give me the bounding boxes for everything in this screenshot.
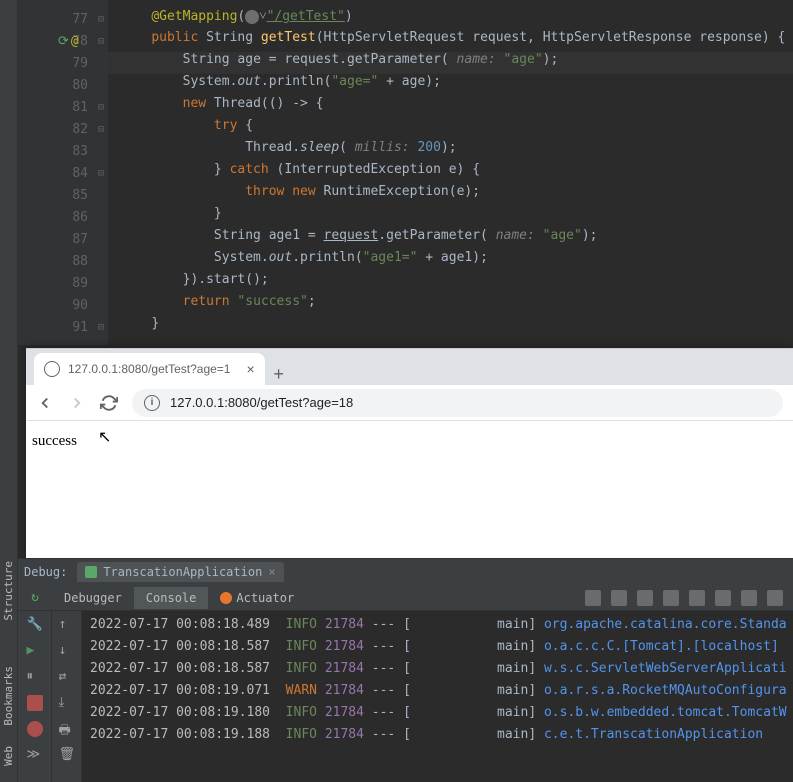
line-number: 83 xyxy=(63,144,88,159)
close-icon[interactable]: × xyxy=(268,565,275,579)
log-line: 2022-07-17 00:08:18.489 INFO 21784 --- [… xyxy=(90,617,785,639)
browser-toolbar: i 127.0.0.1:8080/getTest?age=18 xyxy=(26,385,793,421)
wrap-icon[interactable]: ⇄ xyxy=(59,669,75,685)
fold-icon[interactable]: ⊟ xyxy=(98,322,104,333)
toolbar-icon[interactable] xyxy=(585,590,601,606)
toolbar-icon[interactable] xyxy=(715,590,731,606)
fold-icon[interactable]: ⊟ xyxy=(98,36,104,47)
globe-icon xyxy=(44,361,60,377)
line-number: 90 xyxy=(63,298,88,313)
more-icon[interactable]: ≫ xyxy=(27,747,43,763)
scroll-icon[interactable]: ⤓ xyxy=(59,695,75,711)
debug-panel: Debug: TranscationApplication × ↻ Debugg… xyxy=(18,558,793,782)
print-icon[interactable]: 🖶 xyxy=(59,721,75,737)
down-icon[interactable]: ↓ xyxy=(59,643,75,659)
info-icon[interactable]: i xyxy=(144,395,160,411)
browser-tab[interactable]: 127.0.0.1:8080/getTest?age=1 × xyxy=(34,353,265,385)
debug-label: Debug: xyxy=(24,565,67,579)
response-text: success xyxy=(32,433,77,449)
debug-header: Debug: TranscationApplication × xyxy=(18,559,793,585)
trash-icon[interactable]: 🗑 xyxy=(59,747,75,763)
url-text: 127.0.0.1:8080/getTest?age=18 xyxy=(170,395,353,410)
sidebar-web[interactable]: Web xyxy=(0,740,17,772)
debug-side-toolbar: 🔧 ▶ ⏸ ≫ xyxy=(18,611,52,782)
fold-icon[interactable]: ⊟ xyxy=(98,124,104,135)
up-icon[interactable]: ↑ xyxy=(59,617,75,633)
breakpoints-icon[interactable] xyxy=(27,721,43,737)
log-line: 2022-07-17 00:08:18.587 INFO 21784 --- [… xyxy=(90,661,785,683)
sidebar-bookmarks[interactable]: Bookmarks xyxy=(0,660,17,732)
console-side-toolbar: ↑ ↓ ⇄ ⤓ 🖶 🗑 xyxy=(52,611,82,782)
line-number: 91 xyxy=(63,320,88,335)
page-body: success xyxy=(26,421,793,462)
run-config-name: TranscationApplication xyxy=(103,565,262,579)
reload-button[interactable] xyxy=(100,394,118,412)
browser-tab-strip: 127.0.0.1:8080/getTest?age=1 × + xyxy=(26,349,793,385)
log-line: 2022-07-17 00:08:19.188 INFO 21784 --- [… xyxy=(90,727,785,749)
line-number: 77 xyxy=(63,12,88,27)
code-editor[interactable]: 77⊟ ⟳@78⊟ 79 80 81⊟ 82⊟ 83 84⊟ 85 86 87 … xyxy=(18,0,793,345)
run-config-tab[interactable]: TranscationApplication × xyxy=(77,562,283,582)
tab-console[interactable]: Console xyxy=(134,587,209,609)
tab-title: 127.0.0.1:8080/getTest?age=1 xyxy=(68,362,230,376)
console-output[interactable]: 2022-07-17 00:08:18.489 INFO 21784 --- [… xyxy=(82,611,793,782)
tab-actuator[interactable]: Actuator xyxy=(208,587,306,609)
line-number: 87 xyxy=(63,232,88,247)
code-content[interactable]: @GetMapping(˅"/getTest") public String g… xyxy=(108,0,793,345)
back-button[interactable] xyxy=(36,394,54,412)
line-number: 89 xyxy=(63,276,88,291)
debug-toolbar xyxy=(585,590,793,606)
line-number: 84 xyxy=(63,166,88,181)
line-number: 80 xyxy=(63,78,88,93)
line-number: 82 xyxy=(63,122,88,137)
address-bar[interactable]: i 127.0.0.1:8080/getTest?age=18 xyxy=(132,389,783,417)
sidebar-structure[interactable]: Structure xyxy=(0,555,17,627)
resume-icon[interactable]: ▶ xyxy=(27,643,43,659)
toolbar-icon[interactable] xyxy=(611,590,627,606)
stop-icon[interactable] xyxy=(27,695,43,711)
fold-icon[interactable]: ⊟ xyxy=(98,14,104,25)
line-number: 81 xyxy=(63,100,88,115)
gutter-marker-icon[interactable]: ⟳@ xyxy=(58,34,79,49)
toolbar-icon[interactable] xyxy=(637,590,653,606)
gear-icon[interactable] xyxy=(245,10,259,24)
fold-icon[interactable]: ⊟ xyxy=(98,102,104,113)
tab-debugger[interactable]: Debugger xyxy=(52,587,134,609)
browser-window: 127.0.0.1:8080/getTest?age=1 × + i 127.0… xyxy=(26,348,793,558)
toolbar-icon[interactable] xyxy=(767,590,783,606)
close-tab-icon[interactable]: × xyxy=(246,361,254,377)
line-number: 85 xyxy=(63,188,88,203)
toolbar-icon[interactable] xyxy=(689,590,705,606)
run-config-icon xyxy=(85,566,97,578)
log-line: 2022-07-17 00:08:18.587 INFO 21784 --- [… xyxy=(90,639,785,661)
new-tab-button[interactable]: + xyxy=(265,364,293,385)
log-line: 2022-07-17 00:08:19.071 WARN 21784 --- [… xyxy=(90,683,785,705)
line-number: 79 xyxy=(63,56,88,71)
wrench-icon[interactable]: 🔧 xyxy=(27,617,43,633)
ide-left-sidebar: Structure Bookmarks Web xyxy=(0,0,18,782)
pause-icon[interactable]: ⏸ xyxy=(27,669,43,685)
line-number: 86 xyxy=(63,210,88,225)
toolbar-icon[interactable] xyxy=(741,590,757,606)
toolbar-icon[interactable] xyxy=(663,590,679,606)
line-number: 88 xyxy=(63,254,88,269)
forward-button[interactable] xyxy=(68,394,86,412)
editor-gutter: 77⊟ ⟳@78⊟ 79 80 81⊟ 82⊟ 83 84⊟ 85 86 87 … xyxy=(18,0,108,345)
log-line: 2022-07-17 00:08:19.180 INFO 21784 --- [… xyxy=(90,705,785,727)
rerun-icon[interactable]: ↻ xyxy=(31,590,39,605)
debug-sub-tabs: ↻ Debugger Console Actuator xyxy=(18,585,793,611)
fold-icon[interactable]: ⊟ xyxy=(98,168,104,179)
actuator-icon xyxy=(220,592,232,604)
